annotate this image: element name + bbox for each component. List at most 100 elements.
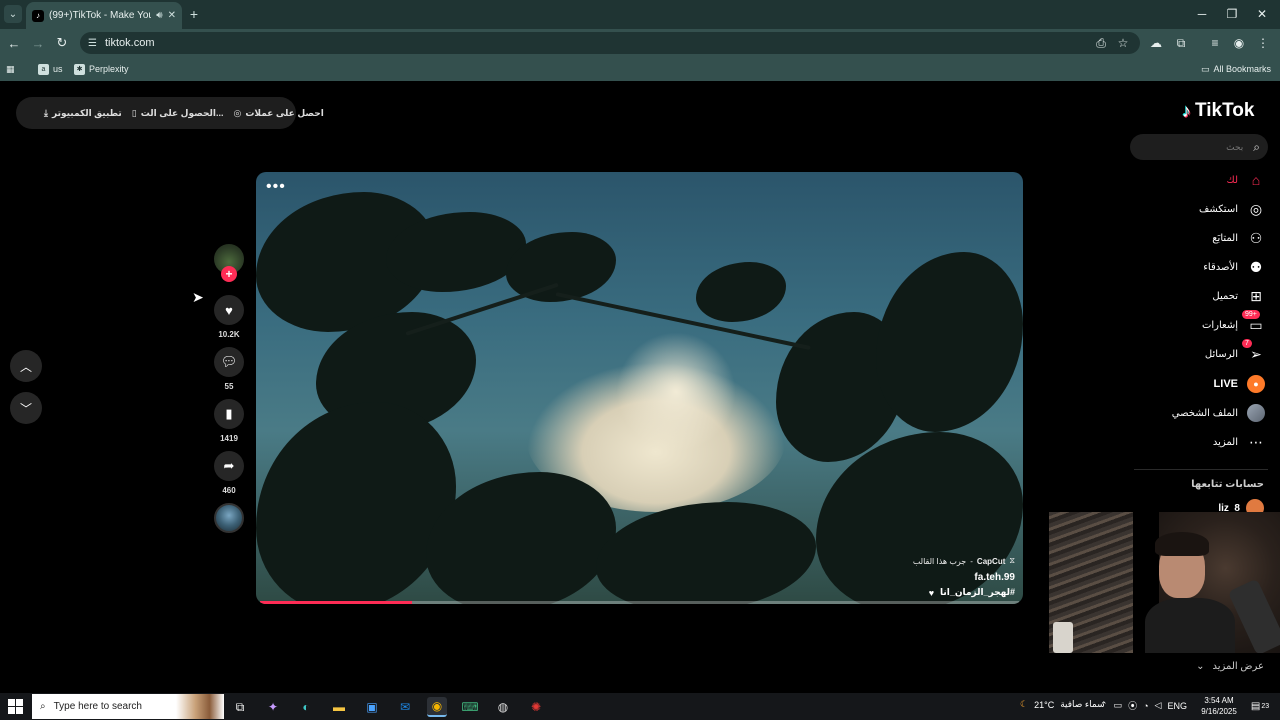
sidebar-item-more[interactable]: ⋯ المزيد [1213,431,1266,453]
cloud-icon[interactable]: ☁ [1147,34,1165,52]
forward-button[interactable]: → [29,34,47,52]
bookmark-star-icon[interactable]: ☆ [1114,34,1132,52]
site-info-icon[interactable]: ☰ [88,38,97,49]
taskbar-clock[interactable]: 3:54 AM 9/16/2025 [1196,695,1242,717]
mic-icon[interactable]: ⦿ [1128,699,1137,712]
video-hashtag[interactable]: #لهجر_الزمان_انا [940,587,1015,598]
media-icon[interactable]: ≡ [1206,34,1224,52]
sidebar-item-notifications[interactable]: ▭ 99+ إشعارات [1202,310,1266,336]
video-player[interactable]: ••• ⧖ CapCut - جرب هذا القالب fa.teh.99 … [256,172,1023,604]
video-progress-fill [260,601,412,604]
get-coins-label: احصل على عملات [245,107,324,118]
heart-icon[interactable]: ♥ [214,295,244,325]
chevron-up-icon: ︿ [19,359,32,374]
restore-button[interactable]: ❐ [1224,6,1240,22]
volume-icon[interactable]: ◁ [1155,700,1162,711]
recording-app-icon[interactable]: ✺ [526,697,546,717]
taskbar-search-input[interactable]: ⌕ Type here to search [32,694,224,719]
sidebar-item-friends[interactable]: ⚉ الأصدقاء [1203,256,1266,278]
next-video-button[interactable]: ﹀ [10,392,42,424]
sidebar-item-upload[interactable]: ⊞ تحميل [1212,285,1266,307]
sound-disc-icon[interactable] [214,503,244,533]
store-icon[interactable]: ▣ [362,697,382,717]
tab-tiktok[interactable]: ♪ (99+)TikTok - Make Your Day 🔊︎ ✕ [26,2,182,29]
all-bookmarks-button[interactable]: ▭ All Bookmarks [1201,61,1271,77]
task-view-icon[interactable]: ⧉ [230,697,250,717]
share-button[interactable]: ➦ 460 [212,451,246,495]
obs-icon[interactable]: ◍ [493,697,513,717]
video-author[interactable]: fa.teh.99 [755,572,1015,583]
chrome-icon[interactable]: ◉ [427,697,447,717]
get-app-button[interactable]: ▯ الحصول على الت... [132,108,224,119]
search-icon: ⌕ [40,701,46,712]
tab-title: (99+)TikTok - Make Your Day [49,10,152,21]
more-icon: ⋯ [1249,433,1263,450]
comment-button[interactable]: 💬︎ 55 [212,347,246,391]
chevron-up-icon[interactable]: ⌃ [1100,700,1108,711]
taskbar-search-placeholder: Type here to search [53,701,142,712]
see-more-button[interactable]: ⌄ عرض المزيد [1140,661,1264,672]
previous-video-button[interactable]: ︿ [10,350,42,382]
sidebar-item-following[interactable]: ⚇ المتابَع [1212,227,1266,249]
bookmark-icon[interactable]: ▮ [214,399,244,429]
tiktok-logo[interactable]: ♪ TikTok [1182,99,1254,123]
extensions-icon[interactable]: ⧉ [1172,34,1190,52]
share-icon[interactable]: ➦ [214,451,244,481]
copilot-icon[interactable]: ✦ [263,697,283,717]
desktop-app-button[interactable]: ⤓ تطبيق الكمبيوتر [44,108,122,119]
menu-icon[interactable]: ⋮ [1254,34,1272,52]
apps-grid-icon[interactable]: ▦ [6,61,15,77]
back-button[interactable]: ← [5,34,23,52]
outlook-icon[interactable]: ✉ [395,697,415,717]
sidebar-item-live[interactable]: ● LIVE [1214,373,1266,395]
tab-search-button[interactable]: ⌄ [4,5,22,23]
profile-avatar-icon[interactable]: ◉ [1230,34,1248,52]
tiktok-favicon-icon: ♪ [32,9,44,22]
save-button[interactable]: ▮ 1419 [212,399,246,443]
notification-center-button[interactable]: ▤ 23 [1250,698,1270,714]
taskbar: ⌕ Type here to search ⧉ ✦ ◐ ▬ ▣ ✉ ◉ ⌨ ◍ … [0,693,1280,720]
language-indicator[interactable]: ENG [1167,701,1187,711]
creator-avatar[interactable]: + [214,244,244,282]
video-more-options-icon[interactable]: ••• [266,178,286,196]
capcut-template-link[interactable]: ⧖ CapCut - جرب هذا القالب [755,556,1015,566]
windows-start-icon[interactable] [8,699,23,714]
reload-button[interactable]: ↻ [53,34,71,52]
follow-plus-icon[interactable]: + [221,266,237,282]
video-progress-bar[interactable] [260,601,1019,604]
sidebar-item-label: الأصدقاء [1203,261,1238,273]
speaker-icon[interactable]: 🔊︎ [156,10,162,21]
search-input[interactable]: بحث ⌕ [1130,134,1268,160]
address-bar[interactable]: ☰ tiktok.com [80,32,1140,54]
home-icon: ⌂ [1251,172,1261,188]
sidebar-item-for-you[interactable]: ⌂ لك [1227,169,1266,191]
video-caption[interactable]: #لهجر_الزمان_انا ♥ [755,587,1015,598]
new-tab-button[interactable]: + [186,6,202,22]
install-app-icon[interactable]: ⎙ [1092,34,1110,52]
sidebar-item-messages[interactable]: ➢ 7 الرسائل [1205,339,1266,365]
weather-widget[interactable]: ☾ 21°C سماء صافية [1020,699,1105,710]
close-tab-icon[interactable]: ✕ [168,10,176,21]
minimize-button[interactable]: ─ [1194,6,1210,22]
sidebar-item-label: لك [1226,174,1238,186]
get-coins-button[interactable]: ◎ احصل على عملات [233,108,323,119]
comment-icon[interactable]: 💬︎ [214,347,244,377]
folder-icon: ▭ [1201,63,1210,74]
edge-icon[interactable]: ◐ [296,697,316,717]
file-explorer-icon[interactable]: ▬ [329,697,349,717]
like-button[interactable]: ♥ 10.2K [212,295,246,339]
terminal-icon[interactable]: ⌨ [460,697,480,717]
creator-avatar-button[interactable]: + [212,244,246,282]
sidebar-item-label: المزيد [1212,436,1238,448]
heart-icon: ♥ [928,587,935,598]
sidebar-item-profile[interactable]: الملف الشخصي [1172,402,1266,424]
sidebar-item-explore[interactable]: ◎ استكشف [1199,198,1266,220]
bookmark-label: us [53,64,63,74]
wifi-icon[interactable]: ◔ [1143,701,1148,711]
close-window-button[interactable]: ✕ [1254,6,1270,22]
camera-icon[interactable]: ▭ [1114,700,1123,711]
search-icon[interactable]: ⌕ [1253,140,1260,155]
sound-button[interactable] [212,503,246,533]
bookmark-us[interactable]: a us [38,61,63,77]
bookmark-perplexity[interactable]: ✱ Perplexity [74,61,129,77]
